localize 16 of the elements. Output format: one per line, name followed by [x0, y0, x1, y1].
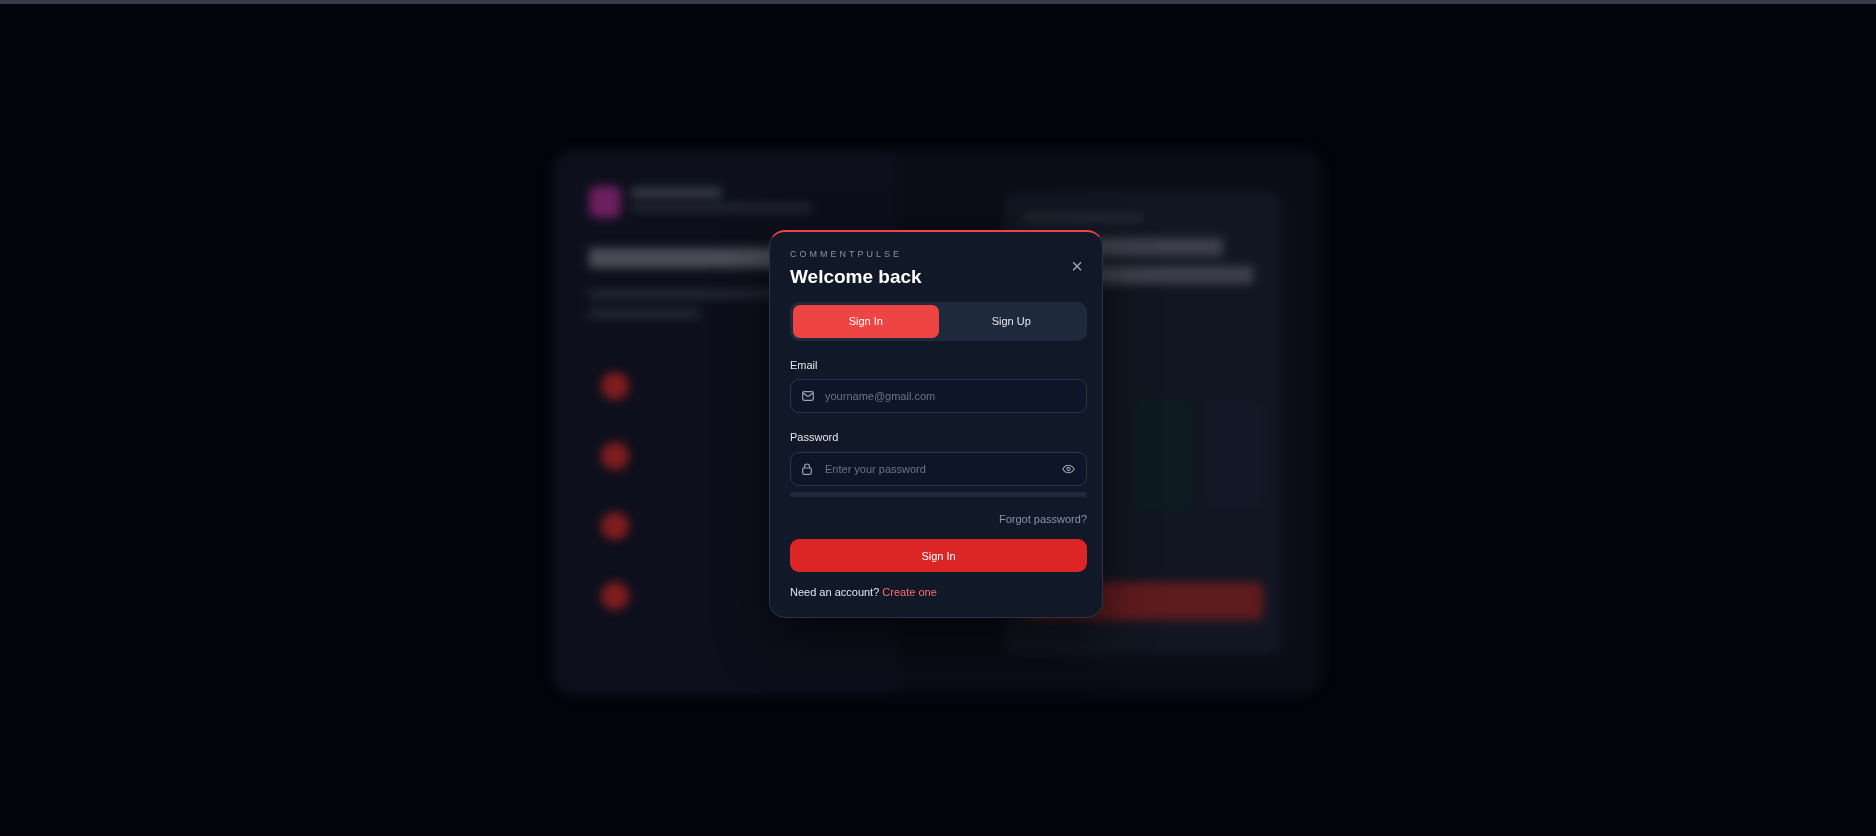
password-field[interactable]: Enter your password [790, 451, 1087, 486]
tab[interactable]: Sign In [793, 305, 939, 338]
tab[interactable]: Sign Up [938, 305, 1084, 338]
field-label: Email [790, 357, 818, 373]
field-label: Password [790, 430, 839, 446]
close-button[interactable]: × [1067, 256, 1087, 276]
account-prompt: Need an account? Create one [790, 585, 938, 601]
mail-icon [802, 391, 814, 402]
create-account-link[interactable]: Create one [882, 586, 937, 599]
lock-icon [802, 462, 812, 475]
dialog-title: Welcome back [790, 265, 922, 289]
brand-label: COMMENTPULSE [790, 248, 903, 261]
email-field[interactable]: yourname@gmail.com [790, 379, 1087, 414]
sign-in-button[interactable]: Sign In [790, 539, 1087, 573]
forgot-password-link[interactable]: Forgot password? [998, 510, 1087, 528]
eye-icon[interactable] [1062, 464, 1075, 474]
